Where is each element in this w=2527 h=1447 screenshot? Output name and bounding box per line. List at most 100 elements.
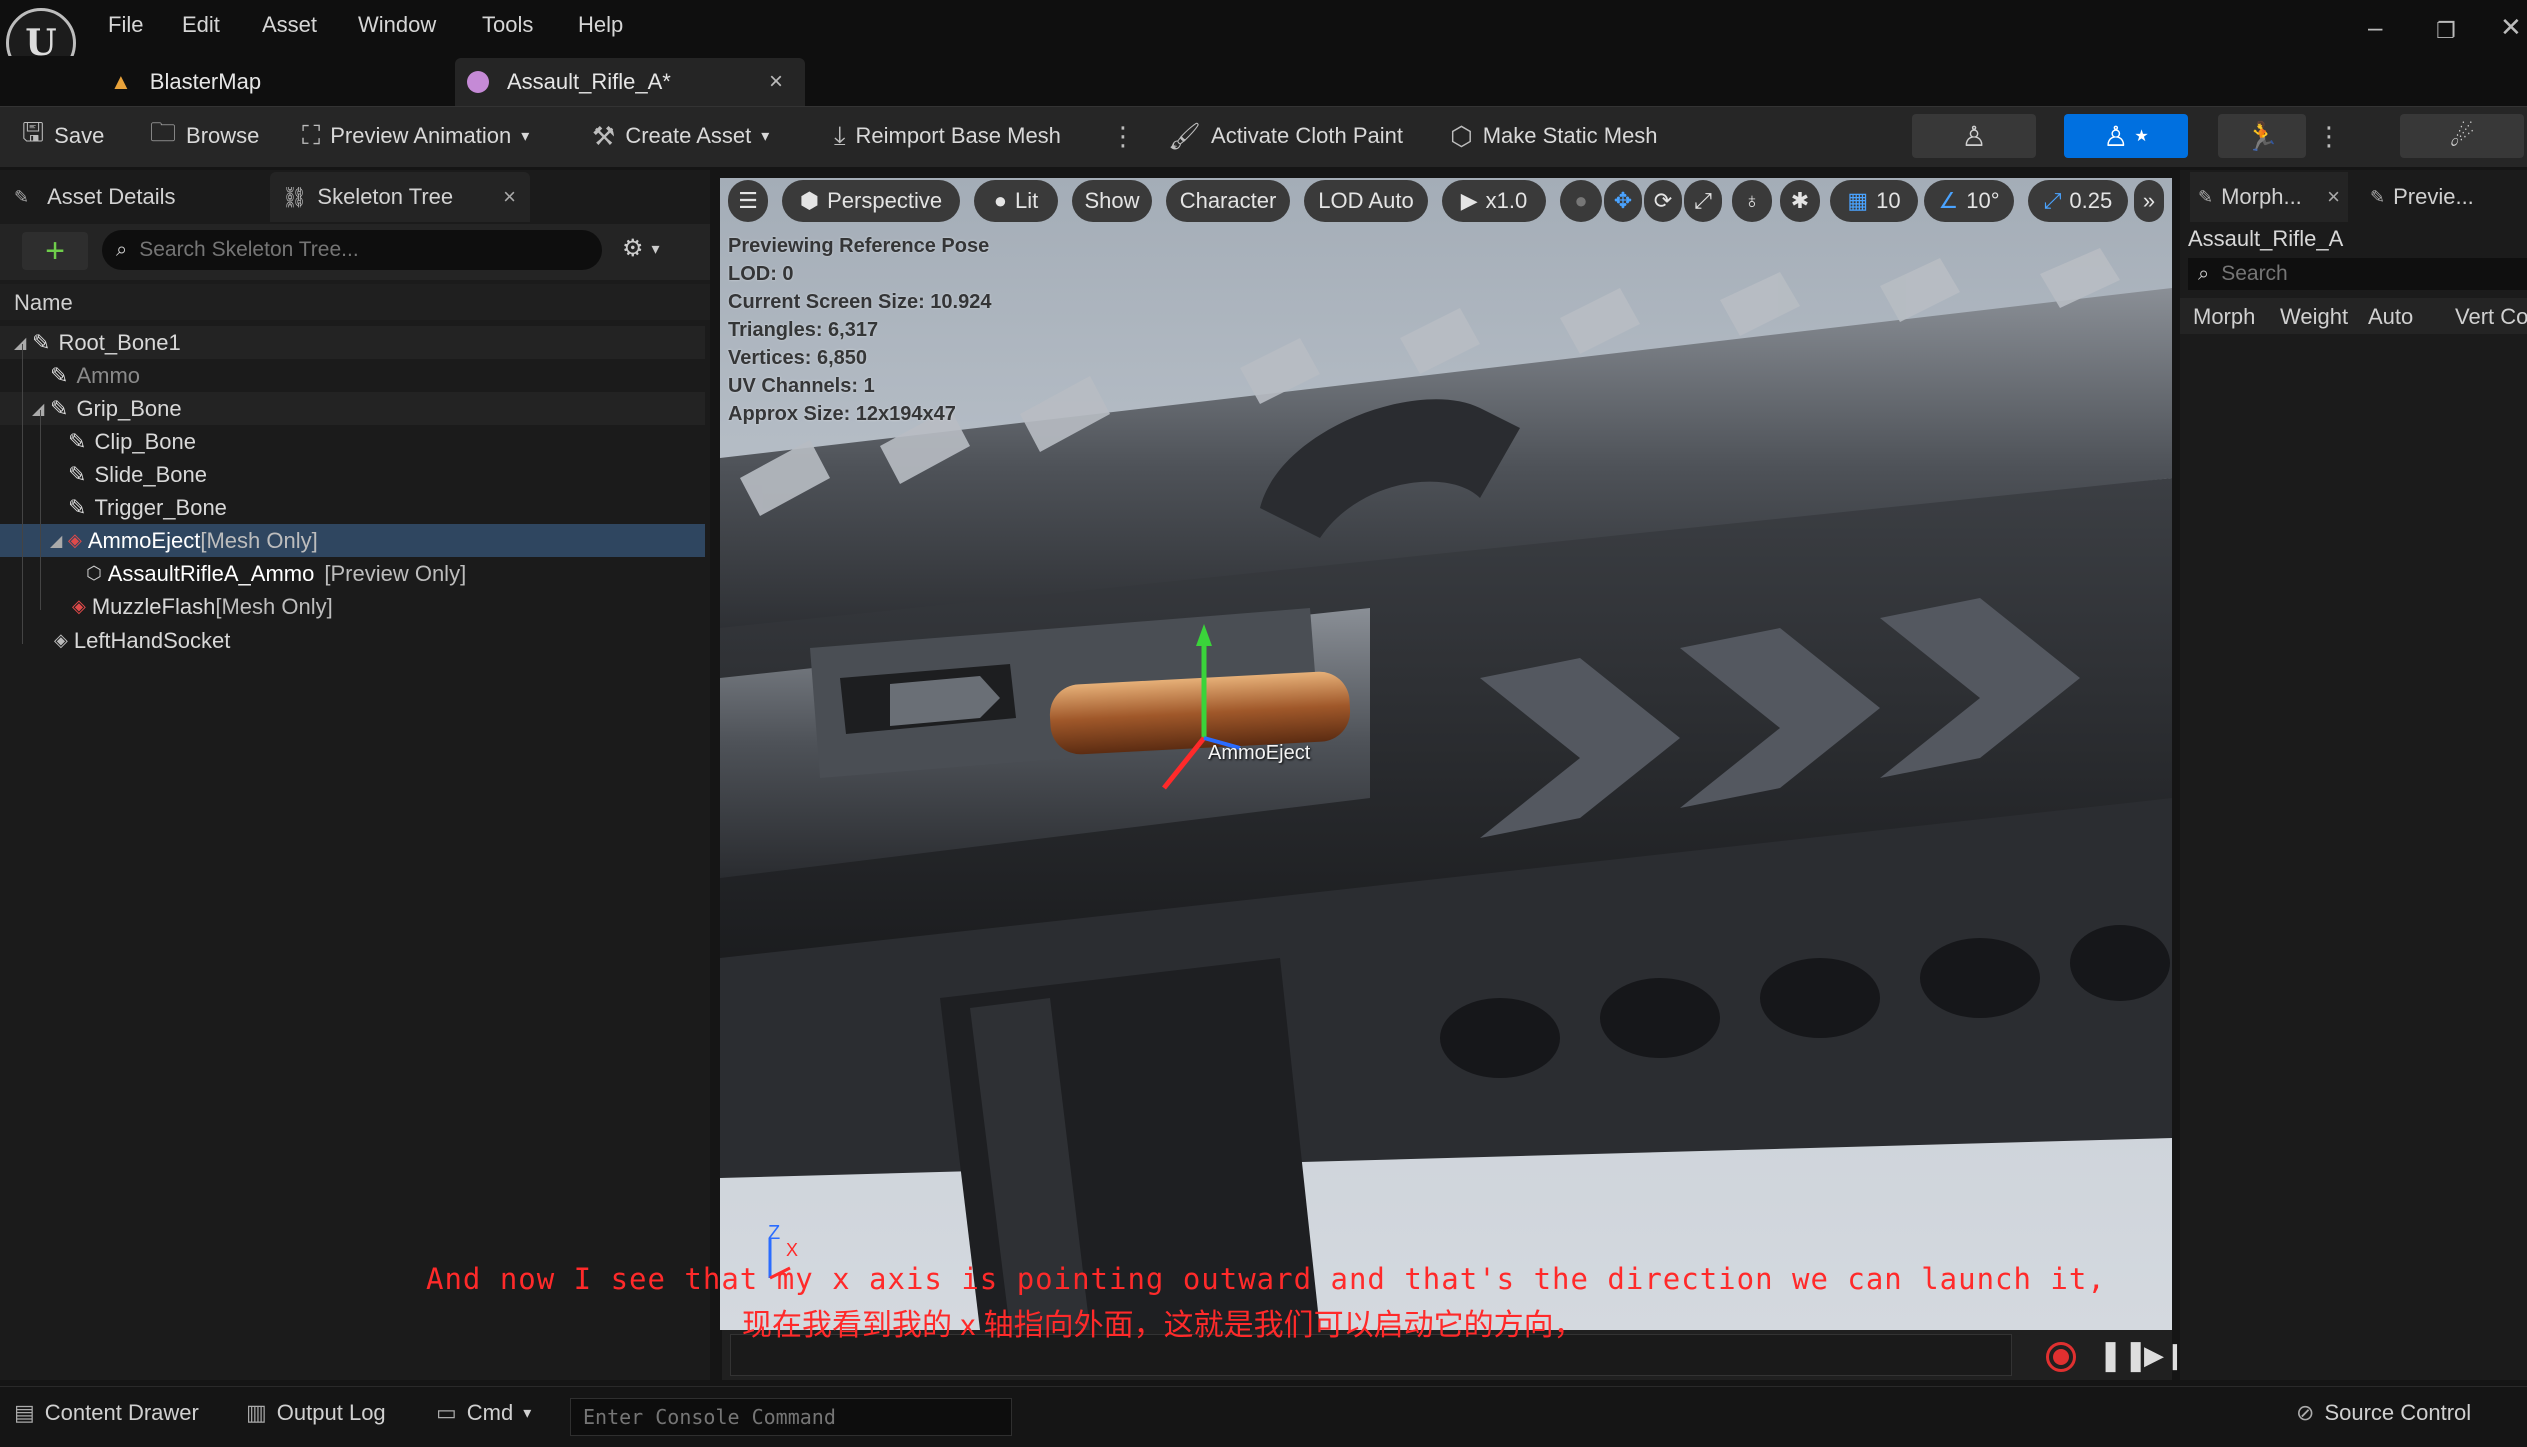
column-auto[interactable]: Auto <box>2368 304 2413 330</box>
chevron-down-icon: ▾ <box>523 1405 532 1422</box>
mesh-mode-button[interactable]: ♙ ★ <box>2064 114 2188 158</box>
close-window-icon[interactable]: ✕ <box>2500 12 2522 43</box>
tab-assault-rifle[interactable]: Assault_Rifle_A* × <box>455 58 805 106</box>
cmd-dropdown[interactable]: ▭ Cmd ▾ <box>436 1400 531 1426</box>
scale-icon: ⤢ <box>1694 188 1712 213</box>
local-world-toggle[interactable]: ♁ <box>1732 180 1772 222</box>
tree-row-root-bone[interactable]: ◢ ✎ Root_Bone1 <box>0 326 705 359</box>
tree-row-clip-bone[interactable]: ✎ Clip_Bone <box>0 425 705 458</box>
save-button[interactable]: 🖫 Save <box>22 106 104 166</box>
morph-search-field[interactable]: ⌕ <box>2188 258 2527 290</box>
tree-row-left-hand-socket[interactable]: ◈ LeftHandSocket <box>0 624 705 657</box>
perspective-button[interactable]: ⬢ Perspective <box>782 180 960 222</box>
angle-icon: ∠ <box>1938 188 1959 213</box>
pause-button[interactable]: ❚❚ <box>2098 1338 2148 1373</box>
column-weight[interactable]: Weight <box>2280 304 2348 330</box>
close-tab-icon[interactable]: × <box>503 184 516 210</box>
expand-arrow-icon[interactable]: ◢ <box>14 333 32 353</box>
tree-row-trigger-bone[interactable]: ✎ Trigger_Bone <box>0 491 705 524</box>
menu-help[interactable]: Help <box>578 12 623 38</box>
tree-column-header[interactable]: Name <box>0 284 710 320</box>
surface-snap-button[interactable]: ✱ <box>1780 180 1820 222</box>
playback-speed-button[interactable]: ▶ x1.0 <box>1442 180 1546 222</box>
tree-row-grip-bone[interactable]: ◢ ✎ Grip_Bone <box>0 392 705 425</box>
activate-cloth-paint-button[interactable]: 🖌 Activate Cloth Paint <box>1168 106 1403 166</box>
lod-button[interactable]: LOD Auto <box>1304 180 1428 222</box>
source-control-button[interactable]: ⊘ Source Control <box>2296 1400 2527 1426</box>
reimport-base-mesh-button[interactable]: ⤓ Reimport Base Mesh <box>834 106 1061 166</box>
show-label: Show <box>1084 188 1140 213</box>
chevron-down-icon: ▾ <box>761 128 770 145</box>
mode-options-icon[interactable]: ⋮ <box>2316 106 2342 166</box>
stat-line: LOD: 0 <box>728 263 794 285</box>
tab-asset-details[interactable]: ✎ Asset Details <box>14 172 175 222</box>
tree-settings-button[interactable]: ⚙ ▾ <box>622 234 660 263</box>
grid-snap-button[interactable]: ▦ 10 <box>1830 180 1918 222</box>
viewport-stats: Previewing Reference Pose LOD: 0 Current… <box>728 232 991 428</box>
skeleton-search-input[interactable] <box>137 237 562 263</box>
menu-tools[interactable]: Tools <box>482 12 533 38</box>
menu-asset[interactable]: Asset <box>262 12 317 38</box>
column-morph[interactable]: Morph <box>2193 304 2255 330</box>
tree-row-ammo-eject[interactable]: ◢ ◈ AmmoEject [Mesh Only] <box>0 524 705 557</box>
add-socket-button[interactable]: + <box>22 232 88 270</box>
tab-skeleton-tree[interactable]: ⛓ Skeleton Tree × <box>270 172 530 222</box>
tab-blastermap[interactable]: ▲ BlasterMap <box>110 58 440 106</box>
more-options-icon[interactable]: ⋮ <box>1110 106 1136 166</box>
tree-row-muzzle-flash[interactable]: ◈ MuzzleFlash [Mesh Only] <box>0 590 705 623</box>
translate-tool-button[interactable]: ✥ <box>1604 180 1642 222</box>
lit-button[interactable]: ● Lit <box>974 180 1058 222</box>
output-log-button[interactable]: ▥ Output Log <box>246 1400 386 1426</box>
morph-search-input[interactable] <box>2219 261 2484 287</box>
console-command-input[interactable] <box>571 1404 1005 1430</box>
rotation-snap-button[interactable]: ∠ 10° <box>1924 180 2014 222</box>
bone-icon: ✎ <box>68 494 87 520</box>
close-tab-icon[interactable]: × <box>2327 184 2340 210</box>
rotate-tool-button[interactable]: ⟳ <box>1644 180 1682 222</box>
preview-animation-button[interactable]: ⛶ Preview Animation ▾ <box>302 106 529 166</box>
toolbar-overflow-button[interactable]: » <box>2134 180 2164 222</box>
skeleton-search-field[interactable]: ⌕ <box>102 230 602 270</box>
record-button[interactable] <box>2046 1342 2076 1372</box>
tab-morph-targets[interactable]: ✎ Morph... × <box>2190 172 2348 222</box>
tree-row-ammo[interactable]: ✎ Ammo <box>0 359 705 392</box>
console-command-field[interactable] <box>570 1398 1012 1436</box>
scale-snap-button[interactable]: ⤢ 0.25 <box>2028 180 2128 222</box>
character-button[interactable]: Character <box>1166 180 1290 222</box>
minimize-icon[interactable]: – <box>2368 12 2382 43</box>
physics-mode-button[interactable]: ☄ <box>2400 114 2524 158</box>
restore-icon[interactable]: ❐ <box>2436 18 2456 44</box>
make-static-mesh-button[interactable]: ⬡ Make Static Mesh <box>1450 106 1658 166</box>
stat-line: Approx Size: 12x194x47 <box>728 403 956 425</box>
save-label: Save <box>54 123 105 148</box>
select-mode-button[interactable]: ● <box>1560 180 1602 222</box>
viewport-menu-button[interactable]: ☰ <box>728 180 768 222</box>
menu-file[interactable]: File <box>108 12 143 38</box>
tree-row-assault-rifle-ammo[interactable]: ⬡ AssaultRifleA_Ammo [Preview Only] <box>0 557 705 590</box>
stat-line: Previewing Reference Pose <box>728 235 990 257</box>
sphere-icon: ● <box>993 188 1008 213</box>
stat-line: UV Channels: 1 <box>728 375 875 397</box>
menu-window[interactable]: Window <box>358 12 436 38</box>
scale-tool-button[interactable]: ⤢ <box>1684 180 1722 222</box>
close-tab-icon[interactable]: × <box>769 68 783 96</box>
expand-arrow-icon[interactable]: ◢ <box>50 531 68 551</box>
tree-row-slide-bone[interactable]: ✎ Slide_Bone <box>0 458 705 491</box>
menu-edit[interactable]: Edit <box>182 12 220 38</box>
animation-mode-button[interactable]: 🏃 <box>2218 114 2306 158</box>
bone-icon: ✎ <box>50 395 69 421</box>
gear-icon: ⚙ <box>622 235 644 262</box>
expand-arrow-icon[interactable]: ◢ <box>32 399 50 419</box>
move-icon: ✥ <box>1613 188 1633 213</box>
chevron-right-icon: » <box>2142 188 2156 213</box>
show-button[interactable]: Show <box>1072 180 1152 222</box>
column-vert-count[interactable]: Vert Co <box>2455 304 2527 330</box>
mesh-icon: ♙ <box>2103 120 2129 152</box>
skeleton-mode-button[interactable]: ♙ <box>1912 114 2036 158</box>
tab-preview-scene[interactable]: ✎ Previe... <box>2370 172 2474 222</box>
create-asset-button[interactable]: ⚒ Create Asset ▾ <box>592 106 769 166</box>
search-icon: ⌕ <box>116 238 128 261</box>
browse-button[interactable]: 🗀 Browse <box>150 106 259 166</box>
skeleton-tree-label: Skeleton Tree <box>317 184 454 209</box>
content-drawer-button[interactable]: ▤ Content Drawer <box>14 1400 199 1426</box>
